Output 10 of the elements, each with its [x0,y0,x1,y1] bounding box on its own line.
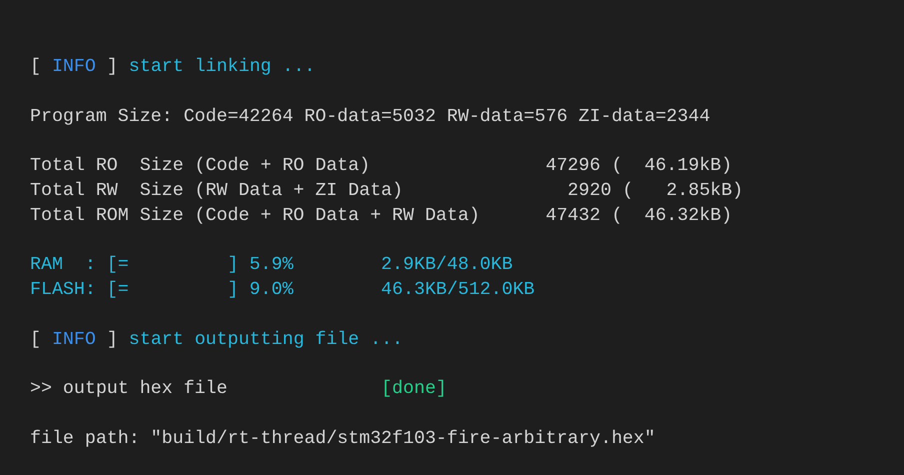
terminal-line: Total ROM Size (Code + RO Data + RW Data) 47432 ( 46.32kB) [30,204,732,228]
terminal-line: Program Size: Code=42264 RO-data=5032 RW-data=576 ZI-data=2344 [30,106,710,129]
terminal-line: >> output hex file [done] [30,378,447,402]
terminal-line: [ INFO ] start linking ... [30,56,316,79]
terminal-line: Total RW Size (RW Data + ZI Data) 2920 ( 2.85kB) [30,180,744,203]
terminal-line: RAM : [= ] 5.9% 2.9KB/48.0KB [30,254,513,278]
terminal-line: [ INFO ] start outputting file ... [30,328,404,352]
terminal-line: file path: "build/rt-thread/stm32f103-fire-arbitrary.hex" [30,428,656,451]
terminal-line: Total RO Size (Code + RO Data) 47296 ( 46.19kB) [30,155,732,178]
terminal-line: FLASH: [= ] 9.0% 46.3KB/512.0KB [30,279,535,302]
